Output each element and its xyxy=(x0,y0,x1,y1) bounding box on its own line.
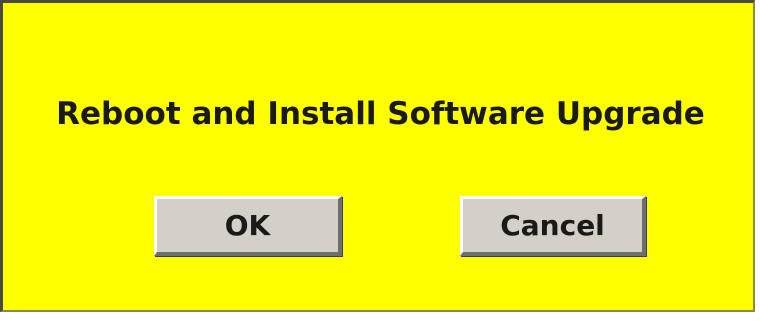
upgrade-dialog: Reboot and Install Software Upgrade OK C… xyxy=(0,0,755,312)
cancel-button[interactable]: Cancel xyxy=(460,196,646,256)
ok-button[interactable]: OK xyxy=(154,196,342,256)
dialog-message: Reboot and Install Software Upgrade xyxy=(56,96,705,132)
